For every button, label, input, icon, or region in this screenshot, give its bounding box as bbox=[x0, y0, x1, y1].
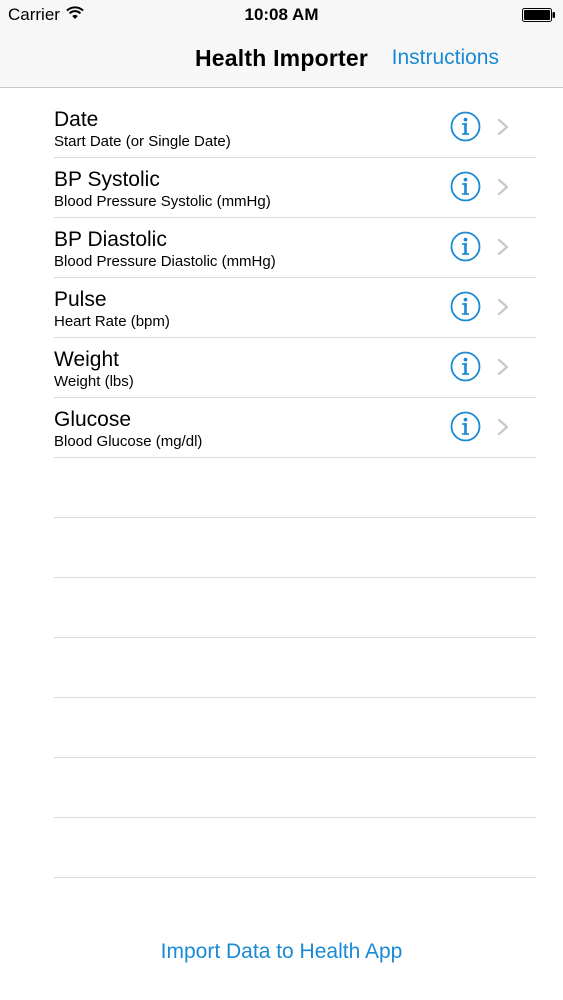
row-subtitle: Weight (lbs) bbox=[54, 373, 134, 390]
import-data-button[interactable]: Import Data to Health App bbox=[0, 940, 563, 964]
list-item-date[interactable]: Date Start Date (or Single Date) bbox=[54, 98, 536, 158]
info-icon[interactable] bbox=[450, 171, 481, 202]
empty-row bbox=[54, 758, 536, 818]
row-title: Weight bbox=[54, 348, 119, 371]
chevron-right-icon bbox=[497, 418, 509, 436]
status-time: 10:08 AM bbox=[244, 5, 319, 24]
empty-row bbox=[54, 578, 536, 638]
row-title: Pulse bbox=[54, 288, 107, 311]
empty-row bbox=[54, 818, 536, 878]
status-bar: Carrier 10:08 AM bbox=[0, 0, 563, 30]
row-subtitle: Blood Pressure Diastolic (mmHg) bbox=[54, 253, 276, 270]
battery-icon bbox=[522, 8, 555, 22]
empty-row bbox=[54, 638, 536, 698]
row-subtitle: Start Date (or Single Date) bbox=[54, 133, 231, 150]
empty-row bbox=[54, 518, 536, 578]
chevron-right-icon bbox=[497, 178, 509, 196]
chevron-right-icon bbox=[497, 298, 509, 316]
list-item-bp-systolic[interactable]: BP Systolic Blood Pressure Systolic (mmH… bbox=[54, 158, 536, 218]
row-subtitle: Blood Pressure Systolic (mmHg) bbox=[54, 193, 271, 210]
row-subtitle: Heart Rate (bpm) bbox=[54, 313, 170, 330]
app-screen: Carrier 10:08 AM Health Importer Instruc… bbox=[0, 0, 563, 1000]
row-subtitle: Blood Glucose (mg/dl) bbox=[54, 433, 203, 450]
row-title: BP Systolic bbox=[54, 168, 160, 191]
row-title: BP Diastolic bbox=[54, 228, 167, 251]
list-item-weight[interactable]: Weight Weight (lbs) bbox=[54, 338, 536, 398]
list-item-bp-diastolic[interactable]: BP Diastolic Blood Pressure Diastolic (m… bbox=[54, 218, 536, 278]
chevron-right-icon bbox=[497, 358, 509, 376]
nav-bar: Health Importer Instructions bbox=[0, 30, 563, 87]
data-type-list: Date Start Date (or Single Date) BP Syst… bbox=[0, 98, 563, 878]
info-icon[interactable] bbox=[450, 111, 481, 142]
top-bar: Carrier 10:08 AM Health Importer Instruc… bbox=[0, 0, 563, 88]
instructions-button[interactable]: Instructions bbox=[392, 46, 499, 70]
empty-row bbox=[54, 458, 536, 518]
row-title: Date bbox=[54, 108, 99, 131]
info-icon[interactable] bbox=[450, 231, 481, 262]
info-icon[interactable] bbox=[450, 411, 481, 442]
list-item-pulse[interactable]: Pulse Heart Rate (bpm) bbox=[54, 278, 536, 338]
chevron-right-icon bbox=[497, 118, 509, 136]
chevron-right-icon bbox=[497, 238, 509, 256]
row-title: Glucose bbox=[54, 408, 132, 431]
info-icon[interactable] bbox=[450, 351, 481, 382]
empty-row bbox=[54, 698, 536, 758]
list-item-glucose[interactable]: Glucose Blood Glucose (mg/dl) bbox=[54, 398, 536, 458]
info-icon[interactable] bbox=[450, 291, 481, 322]
